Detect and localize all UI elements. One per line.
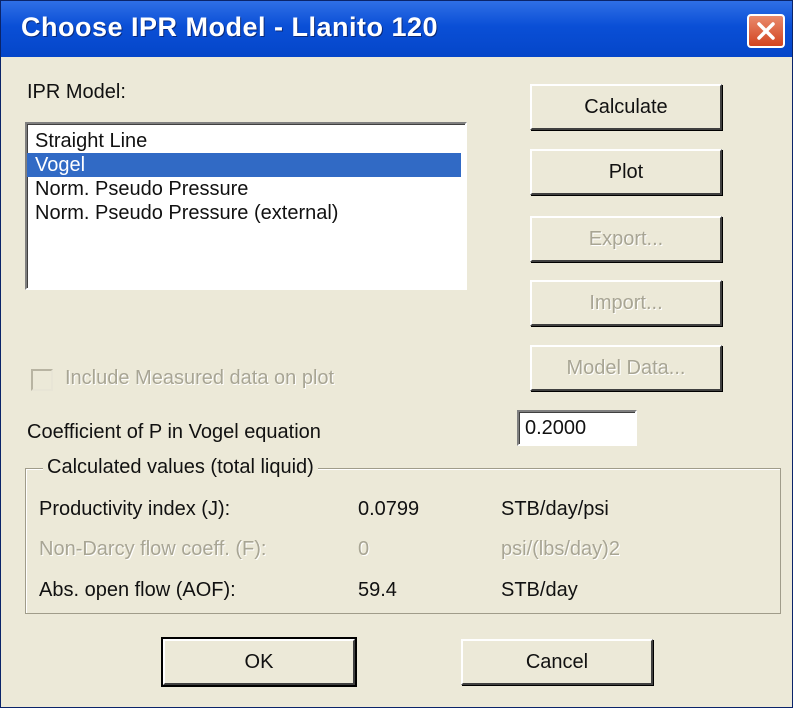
include-measured-label: Include Measured data on plot: [65, 367, 335, 389]
title-bar[interactable]: Choose IPR Model - Llanito 120: [1, 1, 792, 57]
aof-unit: STB/day: [501, 579, 578, 601]
list-item-norm-pseudo-pressure[interactable]: Norm. Pseudo Pressure: [27, 177, 465, 201]
list-item-vogel[interactable]: Vogel: [27, 153, 461, 177]
productivity-index-unit: STB/day/psi: [501, 498, 609, 520]
productivity-index-value: 0.0799: [358, 498, 420, 520]
non-darcy-label: Non-Darcy flow coeff. (F):: [39, 538, 267, 560]
export-button[interactable]: Export...: [530, 216, 722, 262]
close-icon: [757, 22, 775, 40]
productivity-index-label: Productivity index (J):: [39, 498, 231, 520]
cancel-button[interactable]: Cancel: [461, 639, 653, 685]
aof-value: 59.4: [358, 579, 397, 601]
list-item-norm-pseudo-pressure-external[interactable]: Norm. Pseudo Pressure (external): [27, 201, 465, 225]
ok-button[interactable]: OK: [161, 637, 357, 687]
coefficient-input[interactable]: [517, 410, 637, 446]
list-item-straight-line[interactable]: Straight Line: [27, 129, 465, 153]
ipr-model-label: IPR Model:: [27, 81, 126, 103]
calculated-values-title: Calculated values (total liquid): [43, 456, 318, 479]
plot-button[interactable]: Plot: [530, 149, 722, 195]
calculate-button[interactable]: Calculate: [530, 84, 722, 130]
aof-label: Abs. open flow (AOF):: [39, 579, 236, 601]
ipr-model-list[interactable]: Straight Line Vogel Norm. Pseudo Pressur…: [25, 122, 467, 290]
close-button[interactable]: [747, 14, 785, 48]
window-title: Choose IPR Model - Llanito 120: [21, 12, 439, 42]
non-darcy-value: 0: [358, 538, 370, 560]
coefficient-label: Coefficient of P in Vogel equation: [27, 421, 321, 443]
include-measured-checkbox[interactable]: [31, 369, 53, 391]
model-data-button[interactable]: Model Data...: [530, 345, 722, 391]
ipr-model-dialog: Choose IPR Model - Llanito 120 IPR Model…: [0, 0, 793, 708]
non-darcy-unit: psi/(lbs/day)2: [501, 538, 620, 560]
import-button[interactable]: Import...: [530, 280, 722, 326]
